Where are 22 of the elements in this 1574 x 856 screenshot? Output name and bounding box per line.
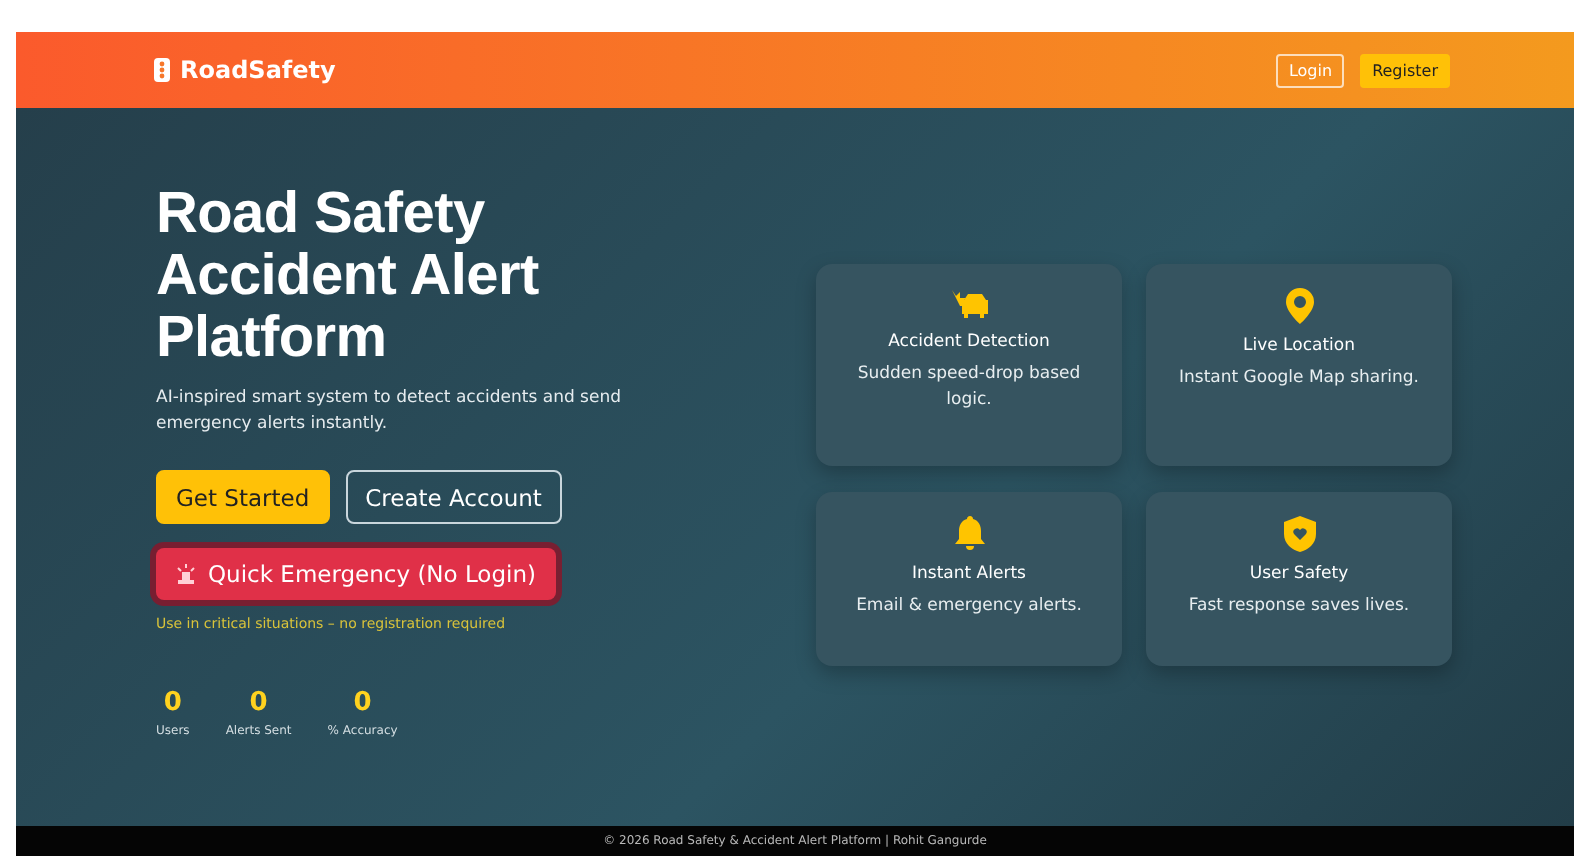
feature-title: Instant Alerts	[912, 564, 1026, 584]
hero-subtitle: AI-inspired smart system to detect accidents and send emergency alerts instantly.	[156, 386, 623, 438]
emergency-button[interactable]: Quick Emergency (No Login)	[156, 548, 556, 600]
traffic-light-icon	[154, 58, 170, 82]
hero-title: Road Safety Accident Alert Platform	[156, 184, 541, 370]
stat-value: 0	[249, 688, 268, 718]
feature-title: Live Location	[1242, 336, 1355, 356]
feature-title: Accident Detection	[888, 332, 1050, 352]
stat-value: 0	[163, 688, 182, 718]
create-account-button[interactable]: Create Account	[345, 470, 562, 524]
bell-icon	[953, 516, 985, 552]
shield-heart-icon	[1283, 516, 1315, 552]
stat-value: 0	[353, 688, 372, 718]
register-button[interactable]: Register	[1360, 53, 1450, 87]
get-started-button[interactable]: Get Started	[156, 470, 330, 524]
feature-description: Fast response saves lives.	[1186, 594, 1412, 620]
location-pin-icon	[1285, 288, 1313, 324]
feature-description: Instant Google Map sharing.	[1177, 366, 1421, 392]
feature-description: Sudden speed-drop based logic.	[855, 362, 1083, 414]
feature-description: Email & emergency alerts.	[854, 594, 1084, 620]
siren-icon	[176, 564, 196, 584]
feature-title: User Safety	[1249, 564, 1349, 584]
